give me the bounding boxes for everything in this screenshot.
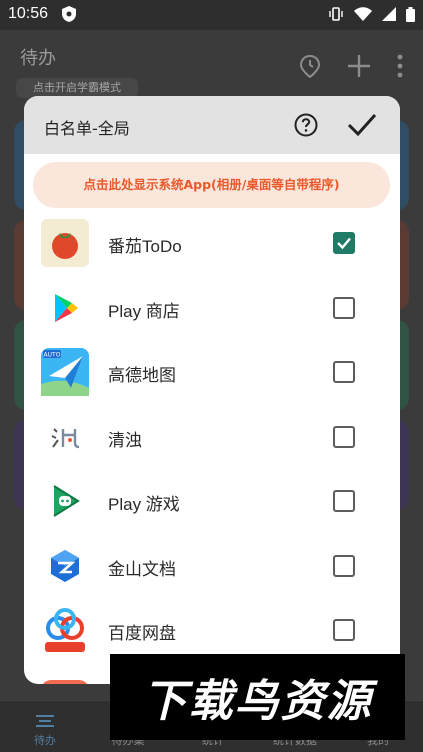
dialog-title: 白名单-全局 <box>44 119 130 138</box>
watermark-text: 下载鸟资源 <box>142 676 373 727</box>
app-icon <box>41 670 89 684</box>
app-name: Play 游戏 <box>108 495 180 514</box>
app-checkbox[interactable] <box>333 232 355 254</box>
svg-text:AUTO: AUTO <box>44 352 61 359</box>
whitelist-dialog: 白名单-全局 点击此处显示系统App(相册/桌面等自带程序) 番茄ToDo Pl… <box>24 96 400 684</box>
wifi-icon <box>354 7 372 21</box>
shield-icon <box>62 6 76 22</box>
more-icon[interactable] <box>397 54 403 82</box>
help-icon[interactable] <box>294 113 318 137</box>
baidu-netdisk-icon <box>41 606 89 654</box>
status-bar: 10:56 <box>0 0 423 30</box>
watermark: 下载鸟资源 <box>110 654 405 740</box>
app-name: 金山文档 <box>108 560 176 579</box>
confirm-check-icon[interactable] <box>346 110 378 140</box>
play-games-icon <box>41 477 89 525</box>
app-row[interactable]: 百度网盘 <box>24 598 400 662</box>
app-checkbox[interactable] <box>333 426 355 448</box>
nav-label: 待办 <box>34 734 56 747</box>
app-name: Play 商店 <box>108 302 180 321</box>
app-row[interactable]: Play 商店 <box>24 276 400 340</box>
list-icon <box>36 714 54 728</box>
status-time: 10:56 <box>8 5 49 22</box>
tomato-icon <box>41 219 89 267</box>
app-name: 番茄ToDo <box>108 237 182 256</box>
app-row[interactable]: Play 游戏 <box>24 469 400 533</box>
amap-icon: AUTO <box>41 348 89 396</box>
app-checkbox[interactable] <box>333 297 355 319</box>
qingzhuo-icon <box>41 413 89 461</box>
study-mode-button[interactable]: 点击开启学霸模式 <box>16 78 138 98</box>
dialog-header: 白名单-全局 <box>24 96 400 154</box>
clock-icon[interactable] <box>299 54 321 82</box>
app-checkbox[interactable] <box>333 490 355 512</box>
app-checkbox[interactable] <box>333 619 355 641</box>
play-store-icon <box>41 284 89 332</box>
app-checkbox[interactable] <box>333 555 355 577</box>
add-icon[interactable] <box>347 54 371 82</box>
app-row[interactable]: 金山文档 <box>24 534 400 598</box>
app-title: 待办 <box>20 48 56 68</box>
vibrate-icon <box>328 6 344 22</box>
app-name: 清浊 <box>108 431 142 450</box>
app-checkbox[interactable] <box>333 361 355 383</box>
signal-icon <box>382 7 396 21</box>
battery-icon <box>406 6 415 22</box>
app-row[interactable]: AUTO 高德地图 <box>24 340 400 404</box>
show-system-apps-button[interactable]: 点击此处显示系统App(相册/桌面等自带程序) <box>33 162 390 208</box>
app-name: 百度网盘 <box>108 624 176 643</box>
app-row[interactable]: 番茄ToDo <box>24 211 400 275</box>
nav-item-todo[interactable]: 待办 <box>15 714 75 748</box>
app-row[interactable]: 清浊 <box>24 405 400 469</box>
app-name: 高德地图 <box>108 366 176 385</box>
kingsoft-docs-icon <box>41 542 89 590</box>
